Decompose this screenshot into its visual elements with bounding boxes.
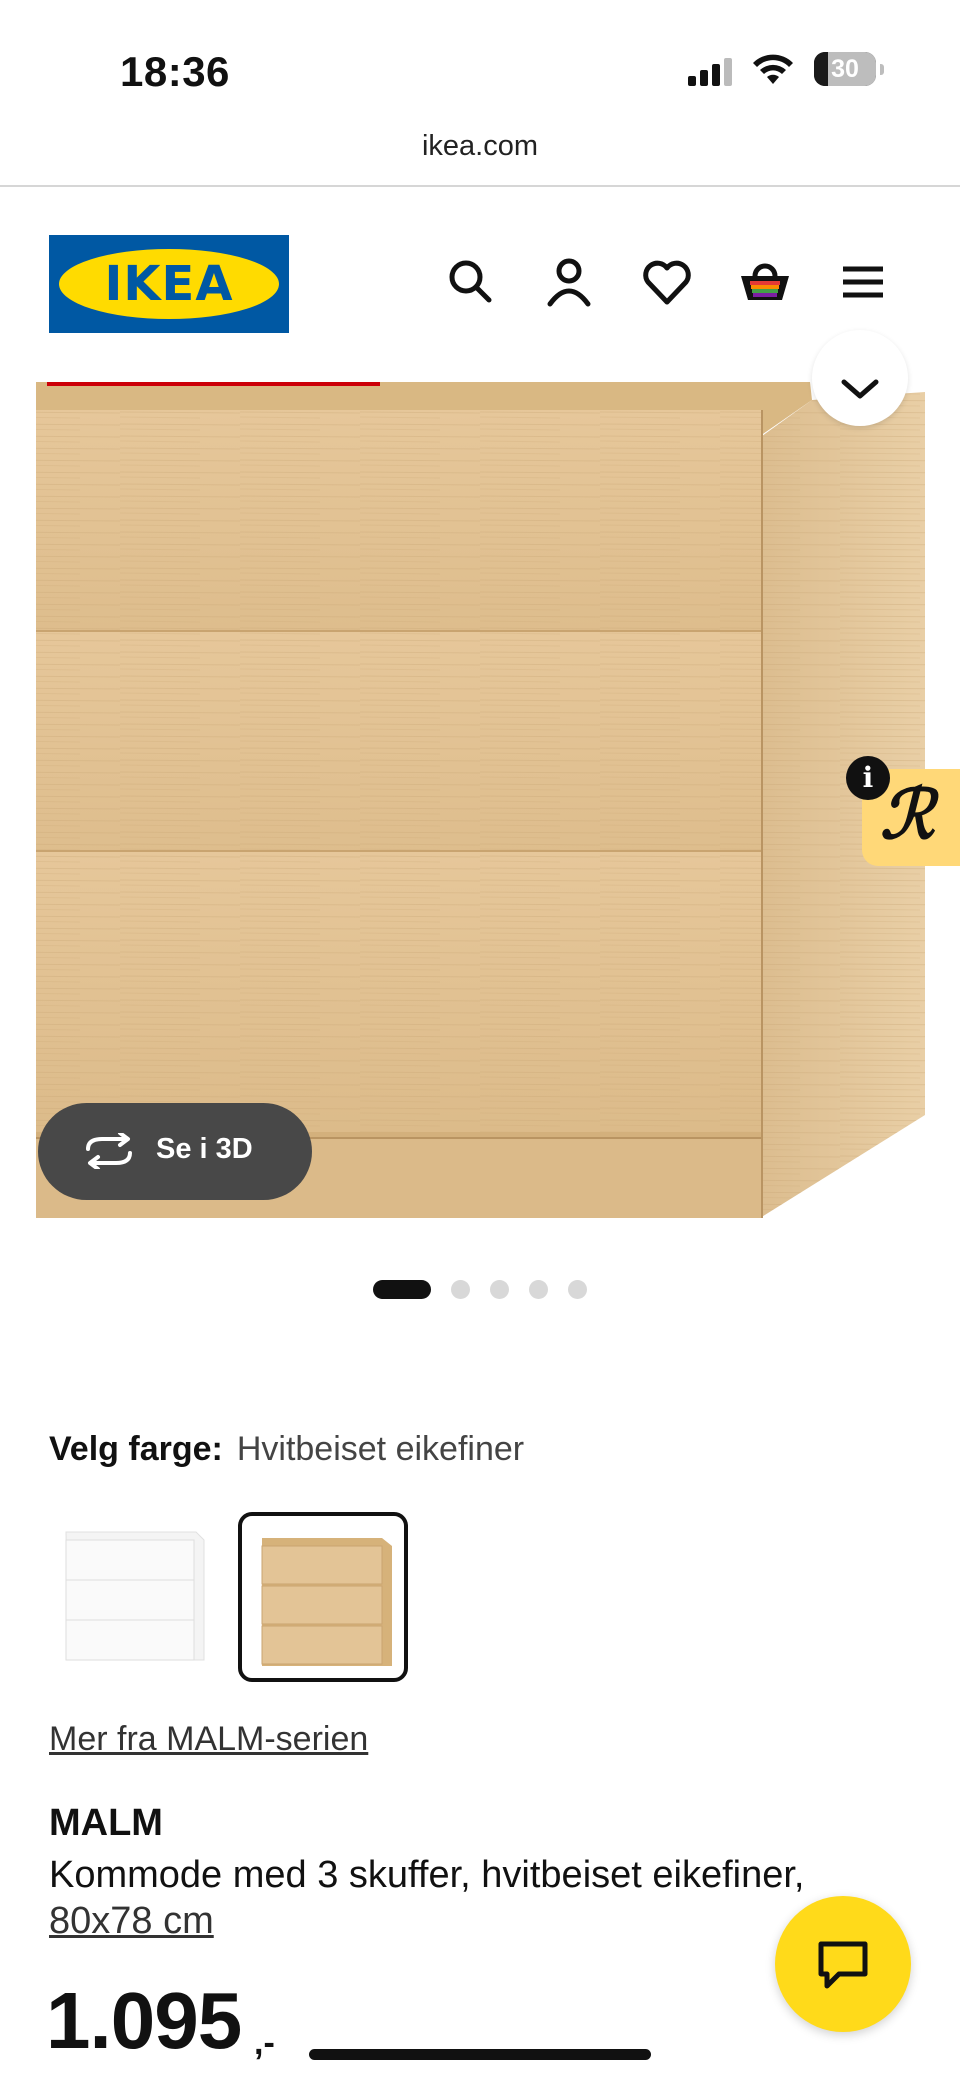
browser-url[interactable]: ikea.com bbox=[0, 130, 960, 163]
account-icon[interactable] bbox=[541, 254, 597, 310]
carousel-dot[interactable] bbox=[568, 1280, 587, 1299]
view-in-3d-label: Se i 3D bbox=[156, 1133, 253, 1165]
carousel-dot[interactable] bbox=[490, 1280, 509, 1299]
wifi-icon bbox=[752, 54, 794, 91]
color-option-oak-selected[interactable] bbox=[238, 1512, 408, 1682]
product-size-link[interactable]: 80x78 cm bbox=[49, 1900, 214, 1943]
status-bar: 18:36 30 bbox=[0, 0, 960, 130]
collapse-button[interactable] bbox=[812, 330, 908, 426]
carousel-dot[interactable] bbox=[529, 1280, 548, 1299]
product-price: 1.095 bbox=[46, 1976, 242, 2065]
heart-icon[interactable] bbox=[639, 254, 695, 310]
cart-icon[interactable] bbox=[737, 254, 793, 310]
color-value: Hvitbeiset eikefiner bbox=[236, 1430, 525, 1468]
product-image[interactable] bbox=[0, 382, 960, 1222]
color-option-white[interactable] bbox=[56, 1512, 220, 1676]
product-name: MALM bbox=[49, 1802, 163, 1844]
price-suffix: ,- bbox=[254, 2024, 275, 2062]
series-link[interactable]: Mer fra MALM-serien bbox=[49, 1720, 368, 1759]
color-label: Velg farge: bbox=[49, 1430, 223, 1468]
cellular-signal-icon bbox=[688, 58, 734, 91]
info-icon[interactable]: i bbox=[846, 756, 890, 800]
product-description: Kommode med 3 skuffer, hvitbeiset eikefi… bbox=[49, 1854, 805, 1896]
chat-icon bbox=[818, 1941, 868, 1989]
chat-button[interactable] bbox=[775, 1896, 911, 2032]
status-time: 18:36 bbox=[120, 48, 230, 95]
battery-percent: 30 bbox=[831, 55, 859, 83]
home-indicator bbox=[309, 2049, 651, 2060]
progress-indicator bbox=[47, 382, 380, 386]
battery-icon: 30 bbox=[814, 52, 884, 86]
menu-icon[interactable] bbox=[835, 254, 891, 310]
carousel-dot-active[interactable] bbox=[373, 1280, 431, 1299]
color-selector: Velg farge: Hvitbeiset eikefiner bbox=[49, 1430, 524, 1469]
view-in-3d-button[interactable]: Se i 3D bbox=[38, 1103, 312, 1200]
divider bbox=[0, 185, 960, 187]
search-icon[interactable] bbox=[443, 254, 499, 310]
logo-text: IKEA bbox=[104, 256, 234, 312]
carousel-dot[interactable] bbox=[451, 1280, 470, 1299]
ikea-logo[interactable]: IKEA bbox=[49, 235, 289, 333]
rotate-3d-icon bbox=[86, 1133, 132, 1169]
r-logo-icon: ℛ bbox=[880, 775, 935, 855]
chevron-down-icon bbox=[841, 379, 879, 399]
